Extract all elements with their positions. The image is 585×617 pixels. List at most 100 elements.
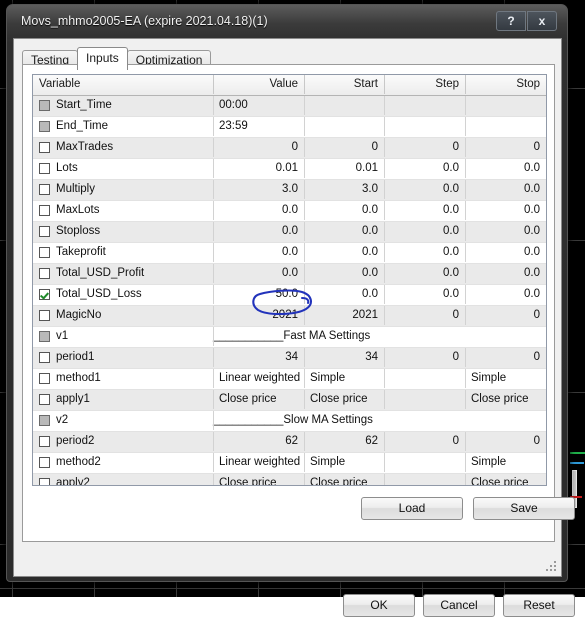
help-button[interactable]: ? — [496, 11, 526, 31]
cell-start[interactable]: Simple — [304, 369, 384, 388]
checkbox-total_usd_loss[interactable] — [39, 289, 50, 300]
checkbox-apply1[interactable] — [39, 394, 50, 405]
cell-start[interactable]: 0.0 — [304, 201, 384, 220]
cell-step[interactable]: 0.0 — [384, 264, 465, 283]
cell-step[interactable]: 0 — [384, 348, 465, 367]
checkbox-multiply[interactable] — [39, 184, 50, 195]
cell-value[interactable]: 34 — [213, 348, 304, 367]
checkbox-apply2[interactable] — [39, 478, 50, 486]
grid-row[interactable]: Total_USD_Profit0.00.00.00.0 — [33, 264, 546, 285]
reset-button[interactable]: Reset — [503, 594, 575, 617]
cell-start[interactable]: Simple — [304, 453, 384, 472]
column-header-start[interactable]: Start — [304, 75, 384, 94]
cell-value[interactable]: 0.0 — [213, 264, 304, 283]
tab-inputs[interactable]: Inputs — [77, 47, 128, 70]
checkbox-total_usd_profit[interactable] — [39, 268, 50, 279]
cell-value[interactable]: 0.0 — [213, 243, 304, 262]
load-button[interactable]: Load — [361, 497, 463, 520]
cell-stop[interactable]: 0 — [465, 348, 546, 367]
cell-value[interactable]: 0.01 — [213, 159, 304, 178]
grid-row[interactable]: v2___________Slow MA Settings — [33, 411, 546, 432]
cell-value[interactable]: 0 — [213, 138, 304, 157]
checkbox-takeprofit[interactable] — [39, 247, 50, 258]
cell-stop[interactable]: 0.0 — [465, 285, 546, 304]
grid-row[interactable]: MaxLots0.00.00.00.0 — [33, 201, 546, 222]
cell-stop[interactable]: Close price — [465, 390, 546, 409]
cell-stop[interactable]: 0.0 — [465, 201, 546, 220]
cell-step[interactable] — [384, 390, 465, 409]
grid-row[interactable]: Stoploss0.00.00.00.0 — [33, 222, 546, 243]
cell-start[interactable] — [304, 96, 384, 115]
cell-start[interactable]: 0.0 — [304, 264, 384, 283]
cell-value[interactable]: 0.0 — [213, 222, 304, 241]
grid-row[interactable]: MagicNo2021202100 — [33, 306, 546, 327]
checkbox-lots[interactable] — [39, 163, 50, 174]
column-header-stop[interactable]: Stop — [465, 75, 546, 94]
cell-step[interactable]: 0.0 — [384, 243, 465, 262]
grid-row[interactable]: Total_USD_Loss50.00.00.00.0 — [33, 285, 546, 306]
cell-start[interactable]: Close price — [304, 474, 384, 486]
cell-value[interactable]: 23:59 — [213, 117, 304, 136]
checkbox-period1[interactable] — [39, 352, 50, 363]
cell-value[interactable]: 62 — [213, 432, 304, 451]
cell-stop[interactable]: 0.0 — [465, 243, 546, 262]
ok-button[interactable]: OK — [343, 594, 415, 617]
cell-start[interactable]: 0 — [304, 138, 384, 157]
grid-row[interactable]: Start_Time00:00 — [33, 96, 546, 117]
cell-step[interactable]: 0.0 — [384, 285, 465, 304]
cell-step[interactable] — [384, 117, 465, 136]
cell-stop[interactable]: 0 — [465, 138, 546, 157]
cell-stop[interactable]: 0 — [465, 306, 546, 325]
checkbox-method2[interactable] — [39, 457, 50, 468]
cell-step[interactable] — [384, 96, 465, 115]
cell-value[interactable]: 00:00 — [213, 96, 304, 115]
resize-grip[interactable] — [545, 561, 557, 573]
grid-row[interactable]: method1Linear weightedSimpleSimple — [33, 369, 546, 390]
cell-step[interactable]: 0.0 — [384, 180, 465, 199]
cell-value[interactable]: 3.0 — [213, 180, 304, 199]
cell-start[interactable]: 0.01 — [304, 159, 384, 178]
grid-row[interactable]: Lots0.010.010.00.0 — [33, 159, 546, 180]
checkbox-period2[interactable] — [39, 436, 50, 447]
cell-stop[interactable] — [465, 96, 546, 115]
grid-row[interactable]: apply2Close priceClose priceClose price — [33, 474, 546, 486]
cell-value[interactable]: 50.0 — [213, 285, 304, 304]
cell-stop[interactable]: Simple — [465, 453, 546, 472]
cell-stop[interactable]: 0.0 — [465, 222, 546, 241]
cell-stop[interactable]: Close price — [465, 474, 546, 486]
grid-row[interactable]: apply1Close priceClose priceClose price — [33, 390, 546, 411]
cell-start[interactable]: 0.0 — [304, 243, 384, 262]
cancel-button[interactable]: Cancel — [423, 594, 495, 617]
cell-stop[interactable]: 0.0 — [465, 264, 546, 283]
cell-step[interactable] — [384, 369, 465, 388]
grid-row[interactable]: Takeprofit0.00.00.00.0 — [33, 243, 546, 264]
cell-start[interactable]: 2021 — [304, 306, 384, 325]
cell-stop[interactable]: 0 — [465, 432, 546, 451]
cell-step[interactable]: 0 — [384, 432, 465, 451]
checkbox-stoploss[interactable] — [39, 226, 50, 237]
cell-start[interactable]: Close price — [304, 390, 384, 409]
save-button[interactable]: Save — [473, 497, 575, 520]
grid-row[interactable]: v1___________Fast MA Settings — [33, 327, 546, 348]
close-button[interactable]: x — [527, 11, 557, 31]
cell-start[interactable]: 0.0 — [304, 222, 384, 241]
title-bar[interactable]: Movs_mhmo2005-EA (expire 2021.04.18)(1) … — [7, 5, 567, 39]
grid-row[interactable]: Multiply3.03.00.00.0 — [33, 180, 546, 201]
checkbox-magicno[interactable] — [39, 310, 50, 321]
cell-step[interactable]: 0.0 — [384, 159, 465, 178]
cell-start[interactable]: 3.0 — [304, 180, 384, 199]
cell-stop[interactable]: 0.0 — [465, 180, 546, 199]
cell-step[interactable]: 0 — [384, 138, 465, 157]
cell-start[interactable]: 0.0 — [304, 285, 384, 304]
cell-value[interactable]: Close price — [213, 474, 304, 486]
cell-stop[interactable] — [465, 117, 546, 136]
cell-stop[interactable]: Simple — [465, 369, 546, 388]
cell-value[interactable]: Linear weighted — [213, 453, 304, 472]
grid-row[interactable]: End_Time23:59 — [33, 117, 546, 138]
checkbox-maxlots[interactable] — [39, 205, 50, 216]
cell-step[interactable]: 0.0 — [384, 201, 465, 220]
column-header-variable[interactable]: Variable — [33, 75, 213, 94]
cell-value[interactable]: 0.0 — [213, 201, 304, 220]
cell-step[interactable] — [384, 474, 465, 486]
checkbox-maxtrades[interactable] — [39, 142, 50, 153]
